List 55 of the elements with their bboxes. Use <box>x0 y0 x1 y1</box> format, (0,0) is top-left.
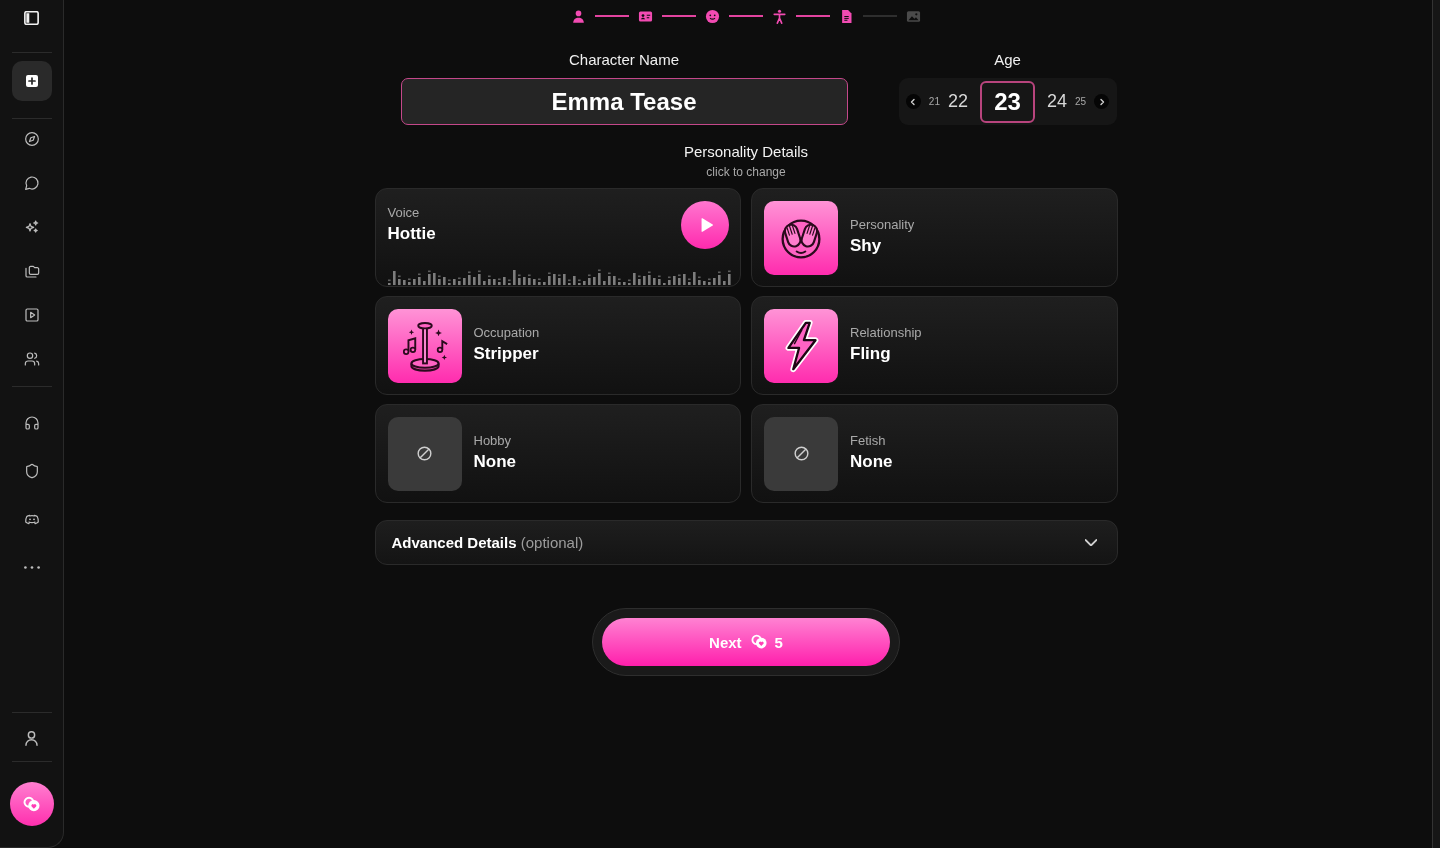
card-value: None <box>473 450 516 473</box>
card-value: Fling <box>850 342 891 365</box>
chevron-down-icon <box>1084 539 1097 546</box>
section-subtitle: click to change <box>706 164 786 180</box>
previous-age-button[interactable] <box>905 94 921 109</box>
trait-card[interactable]: Occupation Stripper <box>374 296 741 395</box>
trait-card[interactable]: Hobby None <box>374 404 741 503</box>
shy-face-icon <box>764 200 838 275</box>
coins-icon <box>750 634 768 650</box>
compass-icon <box>23 131 40 147</box>
plus-square-icon <box>23 73 40 89</box>
headphones-icon <box>23 415 40 431</box>
prohibited-icon <box>387 416 462 491</box>
card-label: Relationship <box>850 324 922 341</box>
play-square-icon <box>23 307 40 323</box>
users-icon <box>23 351 40 367</box>
more-icon <box>23 565 40 569</box>
sidebar-button[interactable] <box>11 61 52 101</box>
next-age-button[interactable] <box>1094 94 1110 109</box>
dance-pole-icon <box>387 308 462 383</box>
sparkles-icon <box>23 219 40 235</box>
voice-card[interactable]: Voice Hottie <box>374 188 741 287</box>
advanced-details-toggle[interactable]: Advanced Details (optional) <box>374 520 1118 565</box>
play-button[interactable] <box>681 201 729 249</box>
age-option[interactable]: 23 <box>980 80 1035 123</box>
card-value: None <box>850 450 893 473</box>
age-option[interactable]: 22 <box>947 91 968 112</box>
card-label: Voice <box>387 205 420 221</box>
credits-button[interactable] <box>9 782 54 826</box>
age-option[interactable]: 21 <box>928 96 940 107</box>
folders-icon <box>23 263 40 279</box>
prohibited-icon <box>764 416 838 491</box>
trait-card[interactable]: Fetish None <box>751 404 1118 503</box>
chat-bubble-icon <box>23 175 40 191</box>
trait-card[interactable]: Relationship Fling <box>751 296 1118 395</box>
field-label: Age <box>994 51 1021 69</box>
card-label: Personality <box>850 216 915 233</box>
age-option[interactable]: 25 <box>1075 96 1087 107</box>
trait-card[interactable]: Personality Shy <box>751 188 1118 287</box>
card-label: Hobby <box>473 432 512 449</box>
card-label: Fetish <box>850 432 886 449</box>
lightning-bolt-icon <box>764 308 838 383</box>
section-title: Personality Details <box>683 143 809 161</box>
field-label: Character Name <box>568 51 679 69</box>
card-value: Hottie <box>387 223 436 245</box>
shield-icon <box>23 463 40 479</box>
play-icon <box>700 218 713 232</box>
card-label: Occupation <box>473 324 540 341</box>
user-icon <box>25 730 38 746</box>
panel-icon <box>24 11 39 25</box>
card-value: Stripper <box>473 342 539 365</box>
card-value: Shy <box>850 234 882 257</box>
coins-icon <box>22 795 41 813</box>
name-field[interactable]: Emma Tease <box>400 78 848 125</box>
age-option[interactable]: 24 <box>1047 91 1068 112</box>
